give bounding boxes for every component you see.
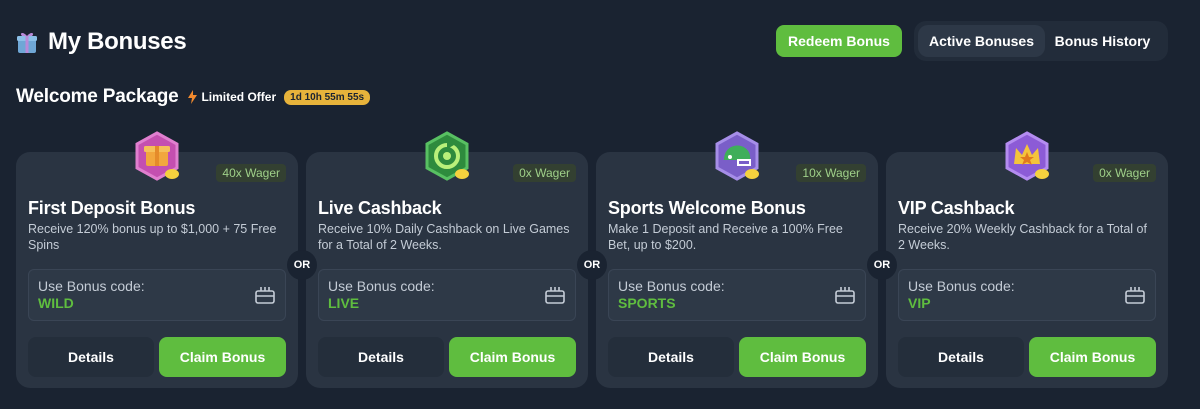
card-description: Receive 20% Weekly Cashback for a Total … [898,222,1147,252]
card-title: VIP Cashback [898,198,1015,218]
bonus-code-label: Use Bonus code: [618,278,725,294]
gift-card-icon[interactable] [835,286,855,304]
limited-offer-label: Limited Offer [201,90,277,104]
card-description: Receive 10% Daily Cashback on Live Games… [318,222,570,252]
gift-card-icon[interactable] [255,286,275,304]
title-group: My Bonuses [16,28,187,56]
welcome-package-heading: Welcome Package Limited Offer 1d 10h 55m… [16,86,371,108]
section-title: Welcome Package [16,86,179,107]
details-button[interactable]: Details [608,337,734,377]
gift-icon [135,131,179,181]
wager-badge: 0x Wager [1093,164,1156,182]
bonus-code-label: Use Bonus code: [328,278,435,294]
crown-icon [1005,131,1049,181]
bonus-code-value: SPORTS [618,295,676,311]
bonus-code-box[interactable]: Use Bonus code: SPORTS [608,269,866,321]
bonus-code-value: LIVE [328,295,360,311]
card-title: First Deposit Bonus [28,198,196,218]
bonus-code-box[interactable]: Use Bonus code: WILD [28,269,286,321]
claim-bonus-button[interactable]: Claim Bonus [739,337,866,377]
card-title: Sports Welcome Bonus [608,198,806,218]
bonus-tabs: Active Bonuses Bonus History [914,21,1168,61]
bonus-card-vip-cashback: 0x Wager VIP Cashback Receive 20% Weekly… [886,152,1168,388]
helmet-icon [715,131,759,181]
bonus-code-label: Use Bonus code: [908,278,1015,294]
bonus-card-live-cashback: 0x Wager Live Cashback Receive 10% Daily… [306,152,588,388]
card-title: Live Cashback [318,198,442,218]
claim-bonus-button[interactable]: Claim Bonus [159,337,286,377]
gift-box-icon [17,32,37,53]
card-description: Make 1 Deposit and Receive a 100% Free B… [608,222,843,252]
or-separator: OR [287,250,317,280]
claim-bonus-button[interactable]: Claim Bonus [449,337,576,377]
details-button[interactable]: Details [318,337,444,377]
gift-card-icon[interactable] [545,286,565,304]
page-header: My Bonuses Redeem Bonus Active Bonuses B… [16,21,1184,64]
bonus-code-box[interactable]: Use Bonus code: LIVE [318,269,576,321]
or-separator: OR [577,250,607,280]
wager-badge: 0x Wager [513,164,576,182]
or-separator: OR [867,250,897,280]
bonus-code-value: VIP [908,295,931,311]
page-title: My Bonuses [48,28,187,55]
bonus-card-sports-welcome: 10x Wager Sports Welcome Bonus Make 1 De… [596,152,878,388]
details-button[interactable]: Details [898,337,1024,377]
lightning-icon [188,90,198,104]
claim-bonus-button[interactable]: Claim Bonus [1029,337,1156,377]
bonus-code-label: Use Bonus code: [38,278,145,294]
offer-timer-badge: 1d 10h 55m 55s [284,89,371,105]
redeem-bonus-button[interactable]: Redeem Bonus [776,25,902,57]
gift-card-icon[interactable] [1125,286,1145,304]
wager-badge: 10x Wager [796,164,866,182]
bonus-card-first-deposit: 40x Wager First Deposit Bonus Receive 12… [16,152,298,388]
refresh-icon [425,131,469,181]
card-description: Receive 120% bonus up to $1,000 + 75 Fre… [28,222,277,252]
tab-active-bonuses[interactable]: Active Bonuses [918,25,1045,57]
bonus-code-value: WILD [38,295,74,311]
bonus-code-box[interactable]: Use Bonus code: VIP [898,269,1156,321]
wager-badge: 40x Wager [216,164,286,182]
tab-bonus-history[interactable]: Bonus History [1045,25,1160,57]
details-button[interactable]: Details [28,337,154,377]
